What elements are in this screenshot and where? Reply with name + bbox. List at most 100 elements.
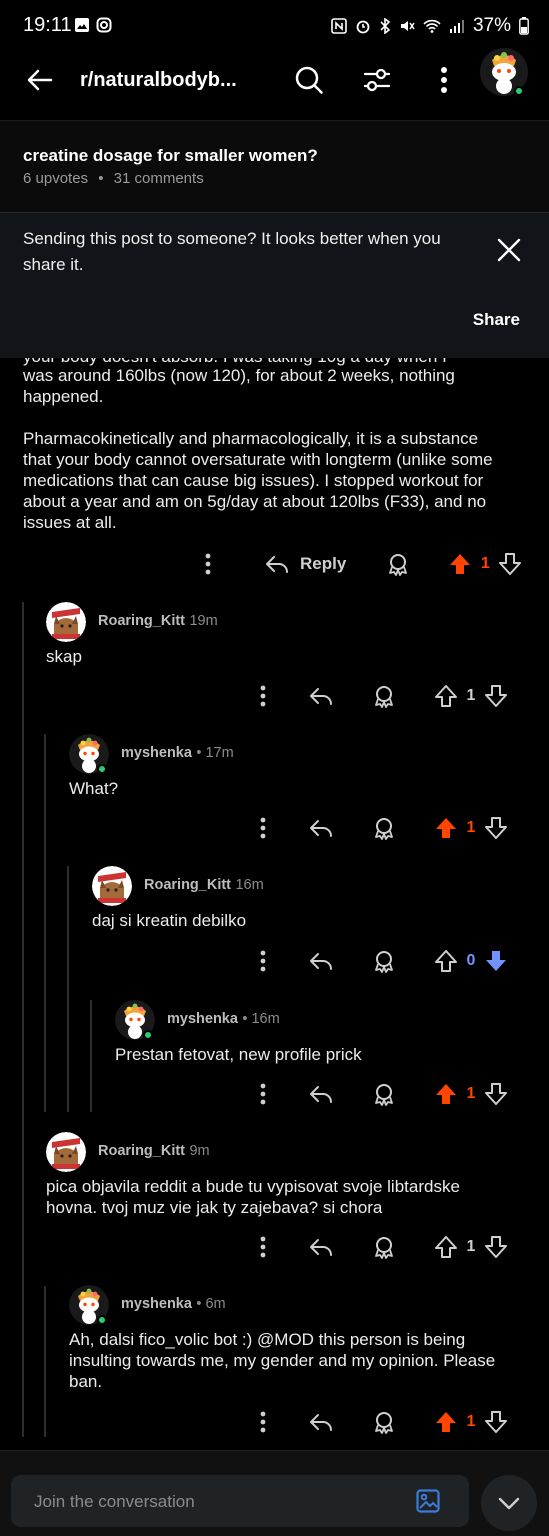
upvote-icon[interactable] bbox=[434, 816, 458, 840]
instagram-notification-icon bbox=[96, 17, 112, 33]
search-icon[interactable] bbox=[294, 65, 324, 95]
reply-icon[interactable] bbox=[308, 1235, 334, 1259]
comment-meta: myshenka • 16m bbox=[167, 1010, 280, 1028]
downvote-icon[interactable] bbox=[484, 1082, 508, 1106]
collapse-button[interactable] bbox=[481, 1475, 537, 1531]
downvote-icon[interactable] bbox=[484, 816, 508, 840]
reply-label: Reply bbox=[300, 554, 347, 573]
status-right-icons: 37% bbox=[331, 15, 529, 37]
comment-actions: 1 bbox=[251, 1407, 508, 1437]
downvote-icon[interactable] bbox=[484, 1235, 508, 1259]
thread-line bbox=[44, 1286, 46, 1437]
comment-meta: myshenka • 17m bbox=[121, 744, 234, 762]
comment-line: ban. bbox=[69, 1372, 103, 1391]
comment-time: 9m bbox=[189, 1143, 210, 1159]
upvote-icon[interactable] bbox=[434, 1235, 458, 1259]
more-options-icon[interactable] bbox=[251, 1082, 275, 1106]
award-icon[interactable] bbox=[372, 1410, 396, 1434]
reply-icon[interactable] bbox=[308, 1082, 334, 1106]
upvote-icon[interactable] bbox=[434, 1410, 458, 1434]
more-options-icon[interactable] bbox=[439, 66, 449, 94]
sort-filter-icon[interactable] bbox=[362, 66, 392, 94]
comment-body: Ah, dalsi fico_volic bot :) @MOD this pe… bbox=[69, 1329, 495, 1392]
award-icon[interactable] bbox=[372, 816, 396, 840]
username[interactable]: myshenka bbox=[167, 1011, 238, 1027]
image-attach-icon[interactable] bbox=[416, 1489, 440, 1513]
upvote-icon[interactable] bbox=[434, 1082, 458, 1106]
comment-line: about a year and am on 5g/day at about 1… bbox=[23, 492, 487, 511]
comment-actions: 1 bbox=[251, 813, 508, 843]
reply-icon[interactable] bbox=[308, 949, 334, 973]
comment-line: What? bbox=[69, 779, 119, 798]
username[interactable]: myshenka bbox=[121, 745, 192, 761]
mute-icon bbox=[400, 21, 415, 31]
username[interactable]: Roaring_Kitt bbox=[98, 613, 185, 629]
comment-line: insulting towards me, my gender and my o… bbox=[69, 1351, 496, 1370]
comment-actions: 1 bbox=[251, 681, 508, 711]
comment-line: happened. bbox=[23, 387, 104, 406]
reply-icon[interactable] bbox=[308, 1410, 334, 1434]
comment-line: hovna. tvoj muz vie jak ty zajebava? si … bbox=[46, 1198, 383, 1217]
post-meta: 6 upvotes • 31 comments bbox=[23, 170, 204, 187]
share-banner-text: Sending this post to someone? It looks b… bbox=[23, 229, 441, 274]
more-options-icon[interactable] bbox=[251, 816, 275, 840]
comment-line: issues at all. bbox=[23, 513, 117, 532]
comment-actions: 0 bbox=[251, 946, 508, 976]
award-icon[interactable] bbox=[372, 1082, 396, 1106]
comment-body: was around 160lbs (now 120), for about 2… bbox=[23, 365, 493, 533]
post-title[interactable]: creatine dosage for smaller women? bbox=[23, 146, 318, 166]
award-icon[interactable] bbox=[372, 949, 396, 973]
award-icon[interactable] bbox=[386, 552, 410, 576]
more-options-icon[interactable] bbox=[251, 1235, 275, 1259]
share-button[interactable]: Share bbox=[473, 310, 520, 330]
comment-line: that your body cannot oversaturate with … bbox=[23, 450, 493, 469]
downvote-icon[interactable] bbox=[484, 949, 508, 973]
upvote-icon[interactable] bbox=[434, 949, 458, 973]
comment-actions: 1 bbox=[251, 1079, 508, 1109]
vote-count: 1 bbox=[466, 1413, 476, 1430]
user-avatar[interactable] bbox=[480, 48, 528, 96]
more-options-icon[interactable] bbox=[251, 1410, 275, 1434]
comment-line: Pharmacokinetically and pharmacologicall… bbox=[23, 429, 479, 448]
reply-icon bbox=[266, 556, 288, 573]
more-options-icon[interactable] bbox=[196, 552, 220, 576]
post-header[interactable] bbox=[0, 120, 549, 212]
upvote-icon[interactable] bbox=[448, 552, 472, 576]
award-icon[interactable] bbox=[372, 684, 396, 708]
vote-count: 1 bbox=[466, 1085, 476, 1102]
downvote-icon[interactable] bbox=[484, 1410, 508, 1434]
downvote-icon[interactable] bbox=[484, 684, 508, 708]
meta-separator: • bbox=[98, 170, 104, 187]
downvote-icon[interactable] bbox=[498, 552, 522, 576]
reply-icon[interactable] bbox=[308, 684, 334, 708]
comment-meta: myshenka • 6m bbox=[121, 1295, 226, 1313]
subreddit-name[interactable]: r/naturalbodyb... bbox=[80, 69, 237, 92]
more-options-icon[interactable] bbox=[251, 949, 275, 973]
username[interactable]: Roaring_Kitt bbox=[98, 1143, 185, 1159]
close-icon[interactable] bbox=[497, 238, 521, 262]
reply-icon[interactable] bbox=[308, 816, 334, 840]
bluetooth-icon bbox=[380, 18, 391, 34]
commenter-avatar[interactable] bbox=[46, 602, 86, 642]
back-arrow-icon[interactable] bbox=[25, 66, 53, 94]
status-time: 19:11 bbox=[23, 14, 72, 36]
comment-actions: Reply 1 bbox=[196, 549, 522, 579]
online-indicator bbox=[97, 764, 107, 774]
more-options-icon[interactable] bbox=[251, 684, 275, 708]
reply-button[interactable]: Reply bbox=[264, 552, 346, 576]
award-icon[interactable] bbox=[372, 1235, 396, 1259]
comment-time: • 17m bbox=[196, 745, 234, 761]
upvote-icon[interactable] bbox=[434, 684, 458, 708]
commenter-avatar[interactable] bbox=[46, 1132, 86, 1172]
online-indicator bbox=[97, 1315, 107, 1325]
username[interactable]: myshenka bbox=[121, 1296, 192, 1312]
comment-line: daj si kreatin debilko bbox=[92, 911, 247, 930]
comment-time: 16m bbox=[235, 877, 264, 893]
username[interactable]: Roaring_Kitt bbox=[144, 877, 231, 893]
comment-meta: Roaring_Kitt 9m bbox=[98, 1142, 210, 1160]
comment-line: Prestan fetovat, new profile prick bbox=[115, 1045, 362, 1064]
commenter-avatar[interactable] bbox=[92, 866, 132, 906]
comment-time: • 6m bbox=[196, 1296, 226, 1312]
comment-body: skap bbox=[46, 646, 82, 667]
battery-icon bbox=[519, 17, 529, 35]
